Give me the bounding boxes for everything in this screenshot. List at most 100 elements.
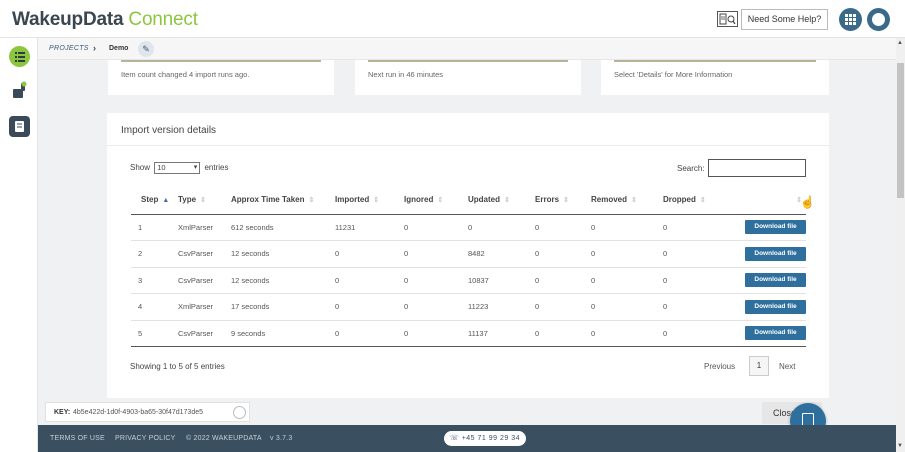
apps-grid-icon[interactable] [839,8,862,31]
page-size-select[interactable]: 10 ▾ [154,162,201,174]
download-file-button[interactable]: Download file [745,299,806,314]
cell-errors: 0 [535,293,591,321]
download-file-button[interactable]: Download file [745,246,806,261]
cell-updated: 10837 [468,267,535,294]
column-header-removed[interactable]: Removed ⇕ [591,185,663,215]
phone-pill[interactable]: ☏ +45 71 99 29 34 [444,431,526,446]
show-label: Show [130,163,151,173]
pagination-page-1[interactable]: 1 [749,356,769,376]
scroll-up-icon[interactable]: ▲ [897,40,903,46]
cell-errors: 0 [535,214,591,241]
column-header-type[interactable]: Type ⇕ [178,185,231,215]
panel-title: Import version details [121,125,217,136]
cell-action: Download file [726,214,806,241]
table-row: 5 CsvParser 9 seconds 0 0 11137 0 0 0 Do… [131,320,806,347]
cell-ignored: 0 [404,214,468,241]
cell-time: 9 seconds [231,320,335,347]
cell-removed: 0 [591,267,663,294]
pagination-previous[interactable]: Previous [704,362,735,371]
key-value: 4b5e422d-1d0f-4903-ba65-30f47d173de5 [73,409,204,416]
need-help-button[interactable]: Need Some Help? [741,9,828,30]
page-size-control: Show 10 ▾ entries [130,162,229,174]
pagination-next[interactable]: Next [779,362,795,371]
breadcrumb: PROJECTS › Demo ✎ [38,38,896,60]
cell-step: 4 [131,293,178,321]
download-file-button[interactable]: Download file [745,273,806,288]
tools-icon[interactable] [9,80,30,101]
cell-ignored: 0 [404,320,468,347]
cell-step: 3 [131,267,178,294]
column-header-errors[interactable]: Errors ⇕ [535,185,591,215]
download-file-button[interactable]: Download file [745,220,806,235]
list-icon[interactable] [9,46,30,67]
chevron-right-icon: › [93,43,96,53]
privacy-policy-link[interactable]: PRIVACY POLICY [115,435,176,442]
cell-errors: 0 [535,267,591,294]
table-row: 1 XmlParser 612 seconds 11231 0 0 0 0 0 … [131,214,806,241]
sort-icon: ⇕ [563,196,569,204]
cell-updated: 11223 [468,293,535,321]
column-header-updated[interactable]: Updated ⇕ [468,185,535,215]
cell-dropped: 0 [663,293,726,321]
summary-card-1: Item count changed 4 import runs ago. [108,60,334,95]
column-header-time[interactable]: Approx Time Taken ⇕ [231,185,335,215]
book-icon[interactable] [9,116,30,137]
search-input[interactable] [708,159,806,177]
column-header-action[interactable]: ⇕ [726,185,806,215]
terms-of-use-link[interactable]: TERMS OF USE [50,435,105,442]
edit-pencil-icon[interactable]: ✎ [138,41,154,57]
logo-primary: WakeupData [12,9,124,30]
column-header-step[interactable]: Step ▲ [131,185,178,215]
column-header-dropped[interactable]: Dropped ⇕ [663,185,726,215]
cell-step: 1 [131,214,178,241]
scroll-down-icon[interactable]: ▼ [897,443,903,449]
cell-step: 2 [131,240,178,268]
key-bar: KEY: 4b5e422d-1d0f-4903-ba65-30f47d173de… [38,400,896,425]
cell-dropped: 0 [663,320,726,347]
download-file-button[interactable]: Download file [745,326,806,341]
cell-type: XmlParser [178,293,231,321]
entries-label: entries [204,163,229,173]
vertical-scrollbar[interactable]: ▲ ▼ [896,38,905,452]
key-label: KEY: [54,409,71,416]
cell-action: Download file [726,293,806,321]
cell-imported: 11231 [335,214,404,241]
phone-number: +45 71 99 29 34 [461,435,520,442]
cell-time: 12 seconds [231,267,335,294]
help-search-icon[interactable] [717,11,738,27]
cell-imported: 0 [335,293,404,321]
breadcrumb-projects-link[interactable]: PROJECTS [49,45,89,52]
cell-imported: 0 [335,240,404,268]
cell-ignored: 0 [404,240,468,268]
summary-card-text: Select 'Details' for More Information [614,70,733,79]
table-row: 2 CsvParser 12 seconds 0 0 8482 0 0 0 Do… [131,240,806,268]
cell-time: 17 seconds [231,293,335,321]
table-row: 4 XmlParser 17 seconds 0 0 11223 0 0 0 D… [131,293,806,321]
column-header-ignored[interactable]: Ignored ⇕ [404,185,468,215]
summary-card-text: Item count changed 4 import runs ago. [121,70,250,79]
summary-card-3: Select 'Details' for More Information [601,60,829,95]
copy-icon[interactable] [233,406,246,419]
cell-ignored: 0 [404,267,468,294]
footer: TERMS OF USE PRIVACY POLICY © 2022 WAKEU… [38,425,896,452]
cell-time: 612 seconds [231,214,335,241]
column-header-imported[interactable]: Imported ⇕ [335,185,404,215]
import-table: Step ▲ Type ⇕ Approx Time Taken ⇕ Imported ⇕… [131,185,806,347]
summary-card-2: Next run in 46 minutes [355,60,581,95]
cell-errors: 0 [535,240,591,268]
scroll-thumb[interactable] [897,63,904,198]
sort-icon: ⇕ [373,196,380,204]
cell-type: CsvParser [178,240,231,268]
sort-icon: ⇕ [631,196,637,204]
cell-updated: 8482 [468,240,535,268]
cell-action: Download file [726,267,806,294]
logo[interactable]: WakeupData Connect [12,9,198,31]
logo-secondary: Connect [128,9,198,30]
cell-removed: 0 [591,320,663,347]
chevron-down-icon: ▾ [193,164,198,171]
top-bar: WakeupData Connect Need Some Help? [0,0,905,38]
user-avatar-icon[interactable] [867,8,890,31]
sort-icon: ⇕ [699,196,706,204]
cell-removed: 0 [591,240,663,268]
breadcrumb-current: Demo [109,45,129,52]
